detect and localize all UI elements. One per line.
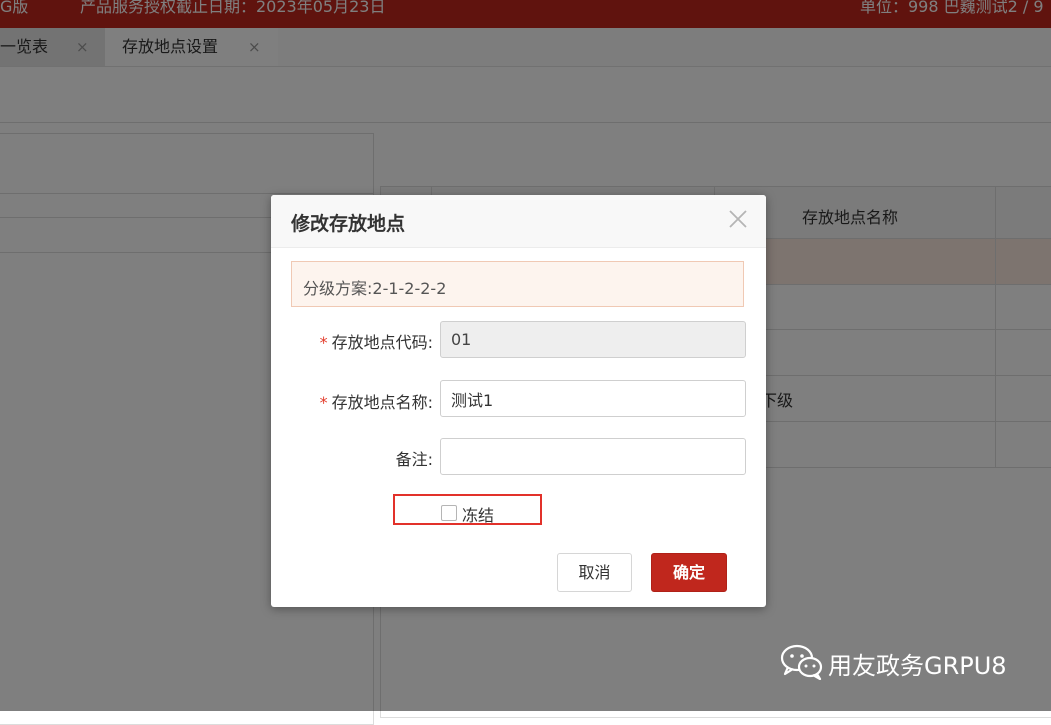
name-label: * 存放地点名称: (320, 389, 433, 413)
code-label: * 存放地点代码: (320, 329, 433, 353)
required-mark: * (319, 393, 328, 412)
cancel-button[interactable]: 取消 (557, 553, 632, 592)
remark-field[interactable] (440, 438, 746, 475)
dialog-title: 修改存放地点 (291, 213, 406, 235)
dialog-header: 修改存放地点 (271, 195, 766, 248)
code-field[interactable] (440, 321, 746, 358)
grading-scheme-text: 分级方案:2-1-2-2-2 (303, 279, 447, 298)
required-mark: * (319, 333, 328, 352)
edit-storage-location-dialog: 修改存放地点 分级方案:2-1-2-2-2 *存放地点代码: *存放地点名称: … (271, 195, 766, 607)
name-label-text: 存放地点名称: (331, 393, 433, 412)
grading-scheme-notice: 分级方案:2-1-2-2-2 (291, 261, 744, 307)
freeze-checkbox[interactable] (441, 505, 457, 521)
close-icon[interactable] (726, 207, 750, 231)
code-label-text: 存放地点代码: (331, 333, 433, 352)
watermark-text: 用友政务GRPU8 (828, 652, 1007, 680)
confirm-button[interactable]: 确定 (651, 553, 727, 592)
freeze-label[interactable]: 冻结 (462, 502, 494, 526)
remark-label: 备注: (395, 450, 433, 469)
name-field[interactable] (440, 380, 746, 417)
wechat-icon (780, 644, 823, 680)
